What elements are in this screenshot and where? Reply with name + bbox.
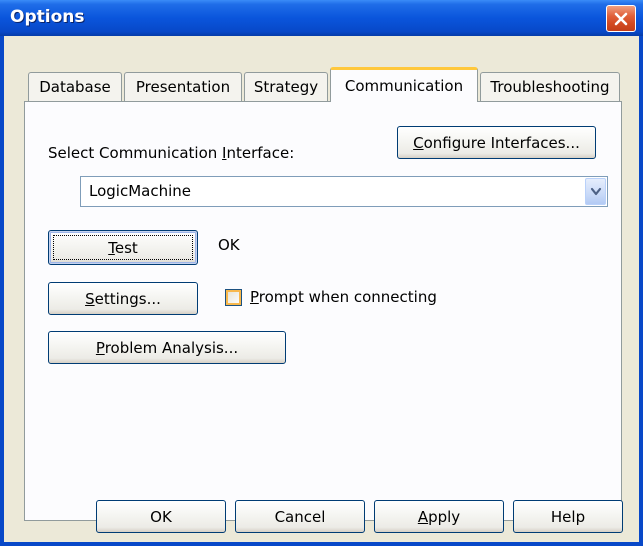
window-title: Options: [10, 7, 85, 27]
dropdown-button[interactable]: [585, 178, 606, 205]
prompt-label[interactable]: Prompt when connecting: [250, 288, 437, 306]
ok-button[interactable]: OK: [96, 500, 226, 533]
tab-label: Presentation: [135, 78, 231, 96]
window-frame-right: [639, 36, 643, 546]
window-frame-bottom: [0, 542, 643, 546]
cancel-button[interactable]: Cancel: [235, 500, 365, 533]
configure-interfaces-button[interactable]: Configure Interfaces...: [397, 126, 596, 159]
help-button[interactable]: Help: [513, 500, 623, 533]
tab-label: Database: [39, 78, 111, 96]
test-button[interactable]: Test: [48, 230, 198, 265]
button-label: Problem Analysis...: [95, 338, 239, 357]
button-label: OK: [150, 507, 172, 526]
title-bar[interactable]: Options: [0, 0, 643, 36]
test-result: OK: [218, 236, 240, 254]
settings-button[interactable]: Settings...: [48, 282, 198, 315]
problem-analysis-button[interactable]: Problem Analysis...: [48, 331, 286, 364]
interface-value: LogicMachine: [89, 182, 191, 200]
window-frame-left: [0, 36, 4, 546]
prompt-checkbox[interactable]: [225, 289, 242, 306]
apply-button[interactable]: Apply: [374, 500, 504, 533]
tab-label: Strategy: [253, 78, 319, 96]
button-label: Help: [550, 507, 586, 526]
button-label: Cancel: [274, 507, 326, 526]
tab-presentation[interactable]: Presentation: [124, 72, 242, 101]
tab-troubleshooting[interactable]: Troubleshooting: [480, 72, 620, 101]
tab-label: Communication: [344, 77, 464, 95]
button-label: Configure Interfaces...: [413, 133, 580, 152]
button-label: Apply: [417, 507, 461, 526]
close-button[interactable]: [606, 5, 636, 32]
close-icon: [614, 12, 628, 25]
button-label: Test: [108, 238, 138, 257]
interface-label: Select Communication Interface:: [48, 144, 295, 162]
tab-label: Troubleshooting: [490, 78, 610, 96]
interface-select[interactable]: LogicMachine: [80, 176, 608, 207]
button-label: Settings...: [85, 289, 161, 308]
chevron-down-icon: [590, 187, 601, 195]
tab-communication[interactable]: Communication: [330, 67, 478, 102]
tab-database[interactable]: Database: [28, 72, 122, 101]
tab-strategy[interactable]: Strategy: [244, 72, 328, 101]
